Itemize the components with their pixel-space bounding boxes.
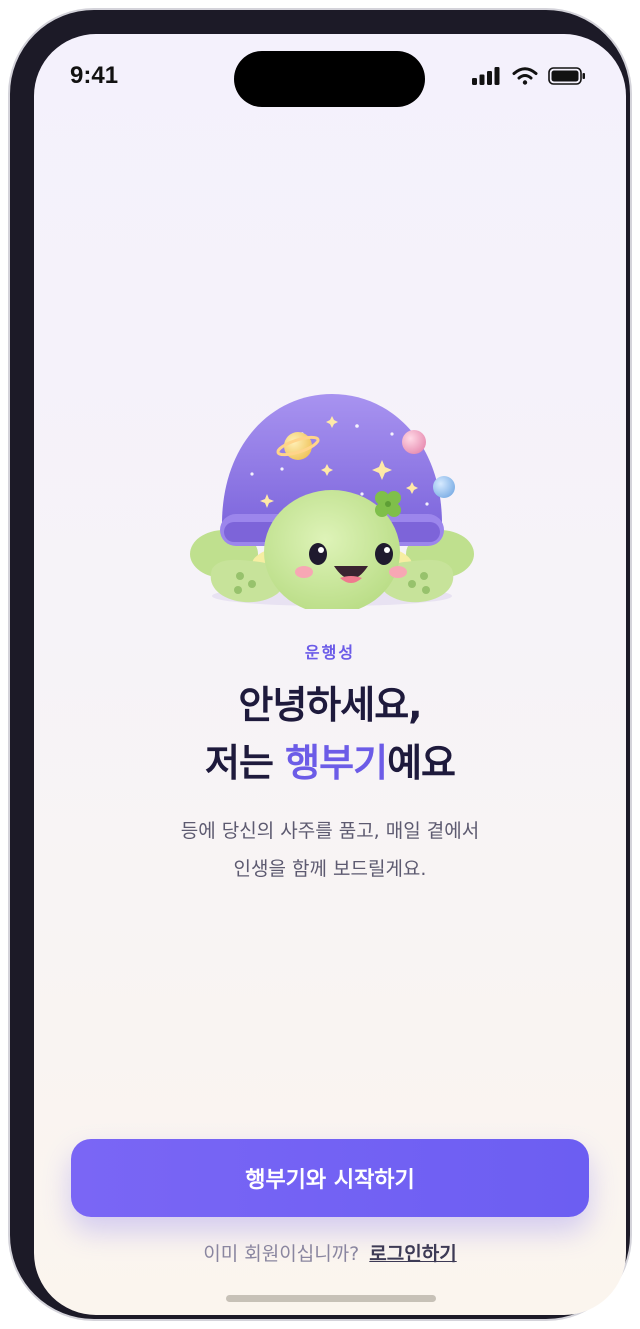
turtle-mascot-illustration: [182, 364, 482, 614]
start-button[interactable]: 행부기와 시작하기: [71, 1139, 589, 1217]
headline-suffix: 예요: [387, 741, 456, 785]
headline: 안녕하세요, 저는 행부기예요: [34, 676, 626, 792]
status-time: 9:41: [70, 62, 119, 89]
headline-prefix: 저는: [205, 741, 286, 785]
member-question: 이미 회원이십니까?: [203, 1243, 360, 1265]
login-link[interactable]: 로그인하기: [369, 1243, 456, 1265]
login-prompt: 이미 회원이십니까? 로그인하기: [34, 1239, 626, 1266]
headline-line-2: 저는 행부기예요: [34, 734, 626, 792]
mascot-name: 행부기: [285, 741, 388, 785]
home-indicator[interactable]: [226, 1295, 436, 1302]
screen: 9:41 운행성 안녕하세요, 저는 행부기예요 등에 당신의 사주를 품고, …: [34, 34, 626, 1315]
dynamic-island: [234, 51, 425, 107]
signal-icon: [472, 67, 500, 89]
description-line-2: 인생을 함께 보드릴게요.: [233, 858, 427, 880]
description: 등에 당신의 사주를 품고, 매일 곁에서 인생을 함께 보드릴게요.: [34, 812, 626, 888]
brand-label: 운행성: [304, 643, 356, 662]
description-line-1: 등에 당신의 사주를 품고, 매일 곁에서: [180, 820, 480, 842]
phone-frame: 9:41 운행성 안녕하세요, 저는 행부기예요 등에 당신의 사주를 품고, …: [8, 8, 632, 1321]
headline-line-1: 안녕하세요,: [238, 683, 422, 727]
battery-icon: [548, 67, 586, 89]
wifi-icon: [512, 67, 538, 89]
